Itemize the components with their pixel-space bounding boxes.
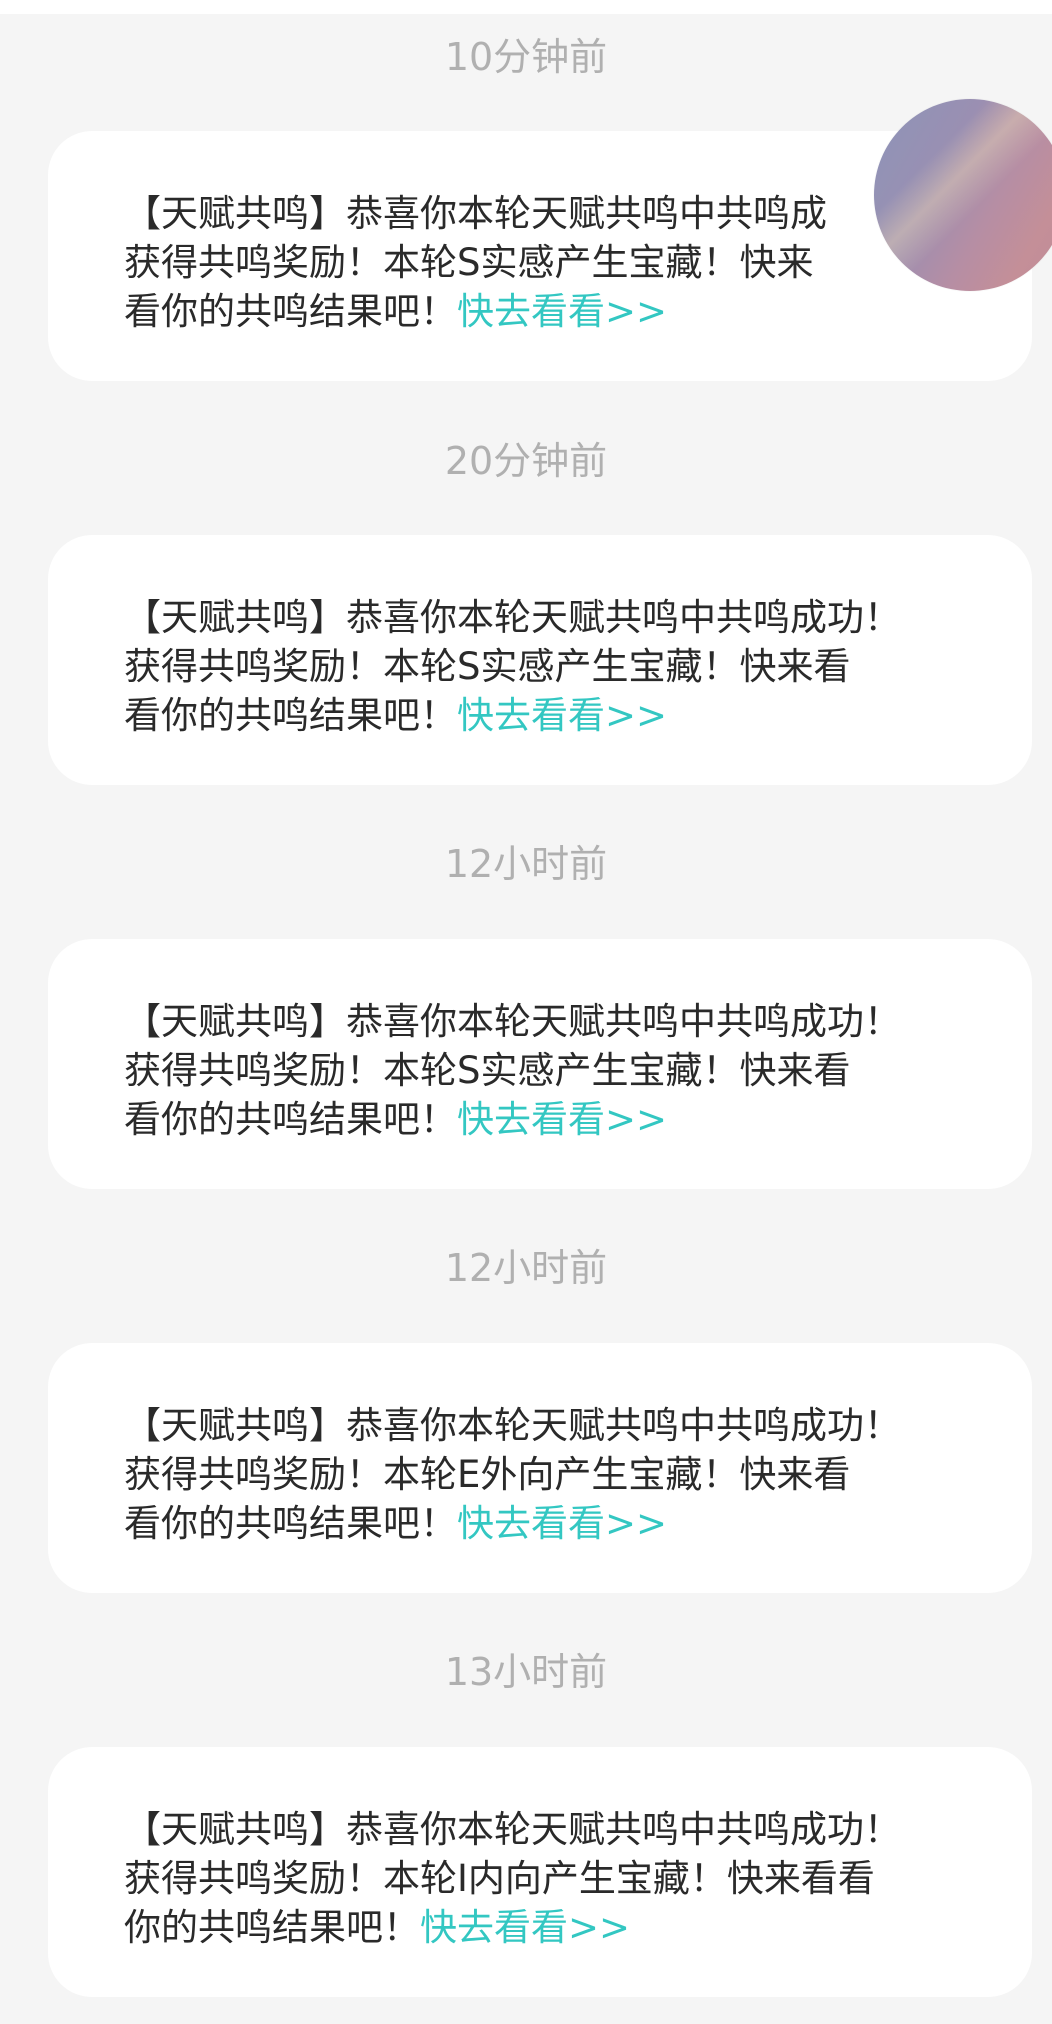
timestamp: 12小时前 <box>444 1246 608 1290</box>
message-line: 获得共鸣奖励！本轮S实感产生宝藏！快来看 <box>124 645 851 688</box>
timestamp: 20分钟前 <box>444 439 608 483</box>
timestamp: 10分钟前 <box>444 35 608 79</box>
message-line-last: 你的共鸣结果吧！快去看看>> <box>124 1903 1044 1952</box>
notification-list-page: 10分钟前 【天赋共鸣】恭喜你本轮天赋共鸣中共鸣成 获得共鸣奖励！本轮S实感产生… <box>0 0 1052 2024</box>
message-text: 看你的共鸣结果吧！ <box>124 290 457 333</box>
notification-message: 【天赋共鸣】恭喜你本轮天赋共鸣中共鸣成功！ 获得共鸣奖励！本轮S实感产生宝藏！快… <box>124 997 1044 1144</box>
view-now-link[interactable]: 快去看看>> <box>457 290 667 333</box>
notification-card[interactable]: 【天赋共鸣】恭喜你本轮天赋共鸣中共鸣成功！ 获得共鸣奖励！本轮E外向产生宝藏！快… <box>48 1343 1032 1593</box>
message-line: 获得共鸣奖励！本轮S实感产生宝藏！快来看 <box>124 1049 851 1092</box>
message-text: 看你的共鸣结果吧！ <box>124 1502 457 1545</box>
message-line: 【天赋共鸣】恭喜你本轮天赋共鸣中共鸣成功！ <box>124 1808 901 1851</box>
notification-card[interactable]: 【天赋共鸣】恭喜你本轮天赋共鸣中共鸣成功！ 获得共鸣奖励！本轮S实感产生宝藏！快… <box>48 535 1032 785</box>
notification-message: 【天赋共鸣】恭喜你本轮天赋共鸣中共鸣成功！ 获得共鸣奖励！本轮S实感产生宝藏！快… <box>124 593 1044 740</box>
message-line: 【天赋共鸣】恭喜你本轮天赋共鸣中共鸣成功！ <box>124 1404 901 1447</box>
message-line-last: 看你的共鸣结果吧！快去看看>> <box>124 691 1044 740</box>
floating-avatar-icon[interactable] <box>874 99 1052 291</box>
timestamp: 13小时前 <box>444 1650 608 1694</box>
message-line-last: 看你的共鸣结果吧！快去看看>> <box>124 287 1044 336</box>
message-line-last: 看你的共鸣结果吧！快去看看>> <box>124 1499 1044 1548</box>
message-line: 获得共鸣奖励！本轮I内向产生宝藏！快来看看 <box>124 1857 875 1900</box>
notification-card[interactable]: 【天赋共鸣】恭喜你本轮天赋共鸣中共鸣成功！ 获得共鸣奖励！本轮S实感产生宝藏！快… <box>48 939 1032 1189</box>
view-now-link[interactable]: 快去看看>> <box>420 1906 630 1949</box>
notification-message: 【天赋共鸣】恭喜你本轮天赋共鸣中共鸣成功！ 获得共鸣奖励！本轮E外向产生宝藏！快… <box>124 1401 1044 1548</box>
view-now-link[interactable]: 快去看看>> <box>457 1098 667 1141</box>
message-line: 【天赋共鸣】恭喜你本轮天赋共鸣中共鸣成功！ <box>124 1000 901 1043</box>
message-line: 【天赋共鸣】恭喜你本轮天赋共鸣中共鸣成功！ <box>124 596 901 639</box>
view-now-link[interactable]: 快去看看>> <box>457 1502 667 1545</box>
timestamp: 12小时前 <box>444 842 608 886</box>
notification-message: 【天赋共鸣】恭喜你本轮天赋共鸣中共鸣成功！ 获得共鸣奖励！本轮I内向产生宝藏！快… <box>124 1805 1044 1952</box>
message-text: 你的共鸣结果吧！ <box>124 1906 420 1949</box>
view-now-link[interactable]: 快去看看>> <box>457 694 667 737</box>
message-line-last: 看你的共鸣结果吧！快去看看>> <box>124 1095 1044 1144</box>
top-divider <box>0 0 1052 14</box>
message-text: 看你的共鸣结果吧！ <box>124 1098 457 1141</box>
message-text: 看你的共鸣结果吧！ <box>124 694 457 737</box>
message-line: 获得共鸣奖励！本轮E外向产生宝藏！快来看 <box>124 1453 851 1496</box>
notification-card[interactable]: 【天赋共鸣】恭喜你本轮天赋共鸣中共鸣成功！ 获得共鸣奖励！本轮I内向产生宝藏！快… <box>48 1747 1032 1997</box>
